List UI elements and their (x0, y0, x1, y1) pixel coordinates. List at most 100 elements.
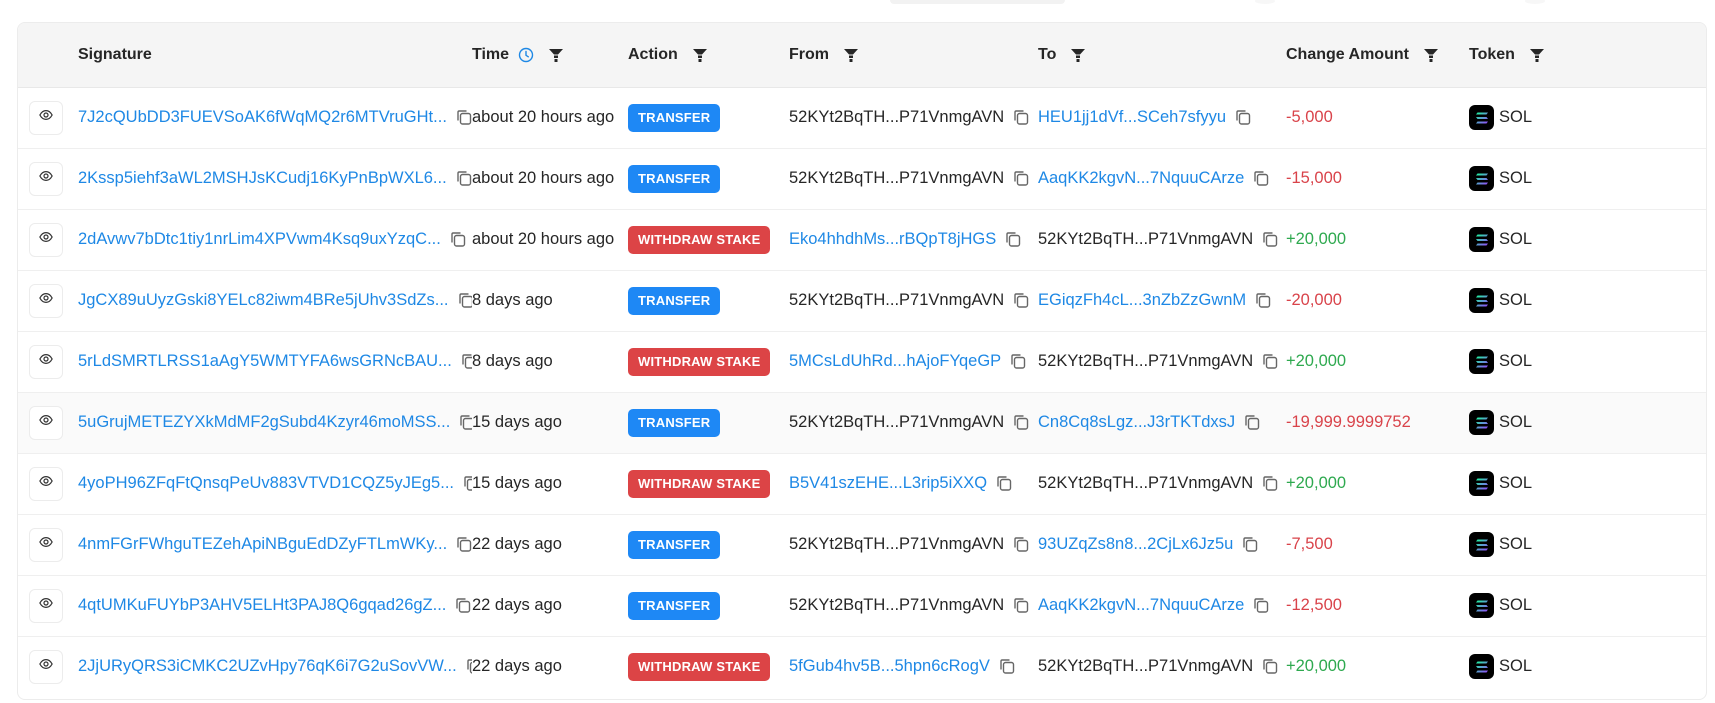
cell-token: SOL (1469, 392, 1706, 454)
signature-link[interactable]: 4qtUMKuFUYbP3AHV5ELHt3PAJ8Q6gqad26gZ... (78, 596, 446, 614)
filter-icon[interactable] (1423, 47, 1439, 63)
token-info: SOL (1469, 471, 1706, 496)
filter-icon[interactable] (548, 47, 564, 63)
cell-signature: 5uGrujMETEZYXkMdMF2gSubd4Kzyr46moMSS... (78, 392, 472, 454)
signature-link[interactable]: 7J2cQUbDD3FUEVSoAK6fWqMQ2r6MTVruGHt... (78, 108, 447, 126)
copy-icon[interactable] (1012, 169, 1030, 187)
cell-token: SOL (1469, 209, 1706, 271)
token-symbol: SOL (1499, 596, 1533, 614)
copy-icon[interactable] (449, 230, 467, 248)
copy-icon[interactable] (1241, 535, 1259, 553)
signature-link[interactable]: 4nmFGrFWhguTEZehApiNBguEdDZyFTLmWKy... (78, 535, 447, 553)
eye-icon (39, 474, 53, 493)
view-details-button[interactable] (29, 588, 63, 623)
copy-icon[interactable] (1004, 230, 1022, 248)
copy-icon[interactable] (1012, 291, 1030, 309)
signature-link[interactable]: 2dAvwv7bDtc1tiy1nrLim4XPVwm4Ksq9uxYzqC..… (78, 230, 441, 248)
signature-link[interactable]: 5uGrujMETEZYXkMdMF2gSubd4Kzyr46moMSS... (78, 413, 450, 431)
cell-token: SOL (1469, 575, 1706, 637)
filter-icon[interactable] (1070, 47, 1086, 63)
copy-icon[interactable] (1261, 657, 1279, 675)
signature-link[interactable]: 5rLdSMRTLRSS1aAgY5WMTYFA6wsGRNcBAU... (78, 352, 452, 370)
copy-icon[interactable] (1261, 352, 1279, 370)
signature-link[interactable]: JgCX89uUyzGski8YELc82iwm4BRe5jUhv3SdZs..… (78, 291, 449, 309)
copy-icon[interactable] (457, 291, 472, 309)
solana-icon (1469, 349, 1494, 374)
copy-icon[interactable] (455, 535, 472, 553)
time-text: 22 days ago (472, 535, 562, 553)
cell-token: SOL (1469, 636, 1706, 697)
time-text: 15 days ago (472, 413, 562, 431)
view-details-button[interactable] (29, 222, 63, 257)
from-address[interactable]: 5MCsLdUhRd...hAjoFYqeGP (789, 352, 1001, 370)
cell-from: 5MCsLdUhRd...hAjoFYqeGP (789, 331, 1038, 393)
copy-icon[interactable] (1009, 352, 1027, 370)
view-details-button[interactable] (29, 344, 63, 379)
copy-icon[interactable] (460, 352, 472, 370)
copy-icon[interactable] (465, 657, 472, 675)
token-info: SOL (1469, 227, 1706, 252)
view-details-button[interactable] (29, 405, 63, 440)
signature-link[interactable]: 2Kssp5iehf3aWL2MSHJsKCudj16KyPnBpWXL6... (78, 169, 447, 187)
copy-icon[interactable] (1261, 474, 1279, 492)
to-address[interactable]: HEU1jj1dVf...SCeh7sfyyu (1038, 108, 1226, 126)
cell-to: 93UZqZs8n8...2CjLx6Jz5u (1038, 514, 1286, 576)
copy-icon[interactable] (995, 474, 1013, 492)
from-address[interactable]: Eko4hhdhMs...rBQpT8jHGS (789, 230, 996, 248)
cell-signature: 4yoPH96ZFqFtQnsqPeUv883VTVD1CQZ5yJEg5... (78, 453, 472, 515)
time-text: about 20 hours ago (472, 108, 615, 126)
cell-change-amount: +20,000 (1286, 209, 1469, 271)
copy-icon[interactable] (1012, 108, 1030, 126)
signature-link[interactable]: 4yoPH96ZFqFtQnsqPeUv883VTVD1CQZ5yJEg5... (78, 474, 454, 492)
cell-change-amount: -12,500 (1286, 575, 1469, 637)
action-badge: WITHDRAW STAKE (628, 225, 771, 254)
cell-view (18, 148, 78, 210)
change-amount: -19,999.9999752 (1286, 413, 1411, 431)
copy-icon[interactable] (1261, 230, 1279, 248)
cell-time: 15 days ago (472, 392, 628, 454)
copy-icon[interactable] (1012, 535, 1030, 553)
copy-icon[interactable] (458, 413, 472, 431)
copy-icon[interactable] (998, 657, 1016, 675)
copy-icon[interactable] (1012, 413, 1030, 431)
table-row: 4nmFGrFWhguTEZehApiNBguEdDZyFTLmWKy... 2… (18, 514, 1706, 576)
to-address[interactable]: Cn8Cq8sLgz...J3rTKTdxsJ (1038, 413, 1235, 431)
from-address[interactable]: B5V41szEHE...L3rip5iXXQ (789, 474, 987, 492)
to-address[interactable]: EGiqzFh4cL...3nZbZzGwnM (1038, 291, 1246, 309)
copy-icon[interactable] (455, 108, 472, 126)
copy-icon[interactable] (1252, 169, 1270, 187)
solana-icon (1469, 166, 1494, 191)
cell-time: 22 days ago (472, 575, 628, 637)
copy-icon[interactable] (454, 596, 472, 614)
time-text: 8 days ago (472, 291, 553, 309)
copy-icon[interactable] (1234, 108, 1252, 126)
copy-icon[interactable] (455, 169, 472, 187)
copy-icon[interactable] (462, 474, 472, 492)
change-amount: -15,000 (1286, 169, 1342, 187)
clock-icon[interactable] (518, 47, 534, 63)
view-details-button[interactable] (29, 466, 63, 501)
filter-icon[interactable] (1529, 47, 1545, 63)
cell-change-amount: -15,000 (1286, 148, 1469, 210)
view-details-button[interactable] (29, 649, 63, 684)
to-address[interactable]: AaqKK2kgvN...7NquuCArze (1038, 169, 1244, 187)
signature-link[interactable]: 2JjURyQRS3iCMKC2UZvHpy76qK6i7G2uSovVW... (78, 657, 457, 675)
copy-icon[interactable] (1243, 413, 1261, 431)
to-address[interactable]: 93UZqZs8n8...2CjLx6Jz5u (1038, 535, 1233, 553)
cell-token: SOL (1469, 87, 1706, 149)
cell-to: 52KYt2BqTH...P71VnmgAVN (1038, 453, 1286, 515)
copy-icon[interactable] (1254, 291, 1272, 309)
view-details-button[interactable] (29, 283, 63, 318)
filter-icon[interactable] (692, 47, 708, 63)
view-details-button[interactable] (29, 161, 63, 196)
from-address[interactable]: 5fGub4hv5B...5hpn6cRogV (789, 657, 990, 675)
filter-icon[interactable] (843, 47, 859, 63)
copy-icon[interactable] (1012, 596, 1030, 614)
view-details-button[interactable] (29, 527, 63, 562)
cell-signature: JgCX89uUyzGski8YELc82iwm4BRe5jUhv3SdZs..… (78, 270, 472, 332)
view-details-button[interactable] (29, 100, 63, 135)
token-symbol: SOL (1499, 474, 1533, 492)
cell-action: WITHDRAW STAKE (628, 331, 789, 393)
to-address[interactable]: AaqKK2kgvN...7NquuCArze (1038, 596, 1244, 614)
copy-icon[interactable] (1252, 596, 1270, 614)
